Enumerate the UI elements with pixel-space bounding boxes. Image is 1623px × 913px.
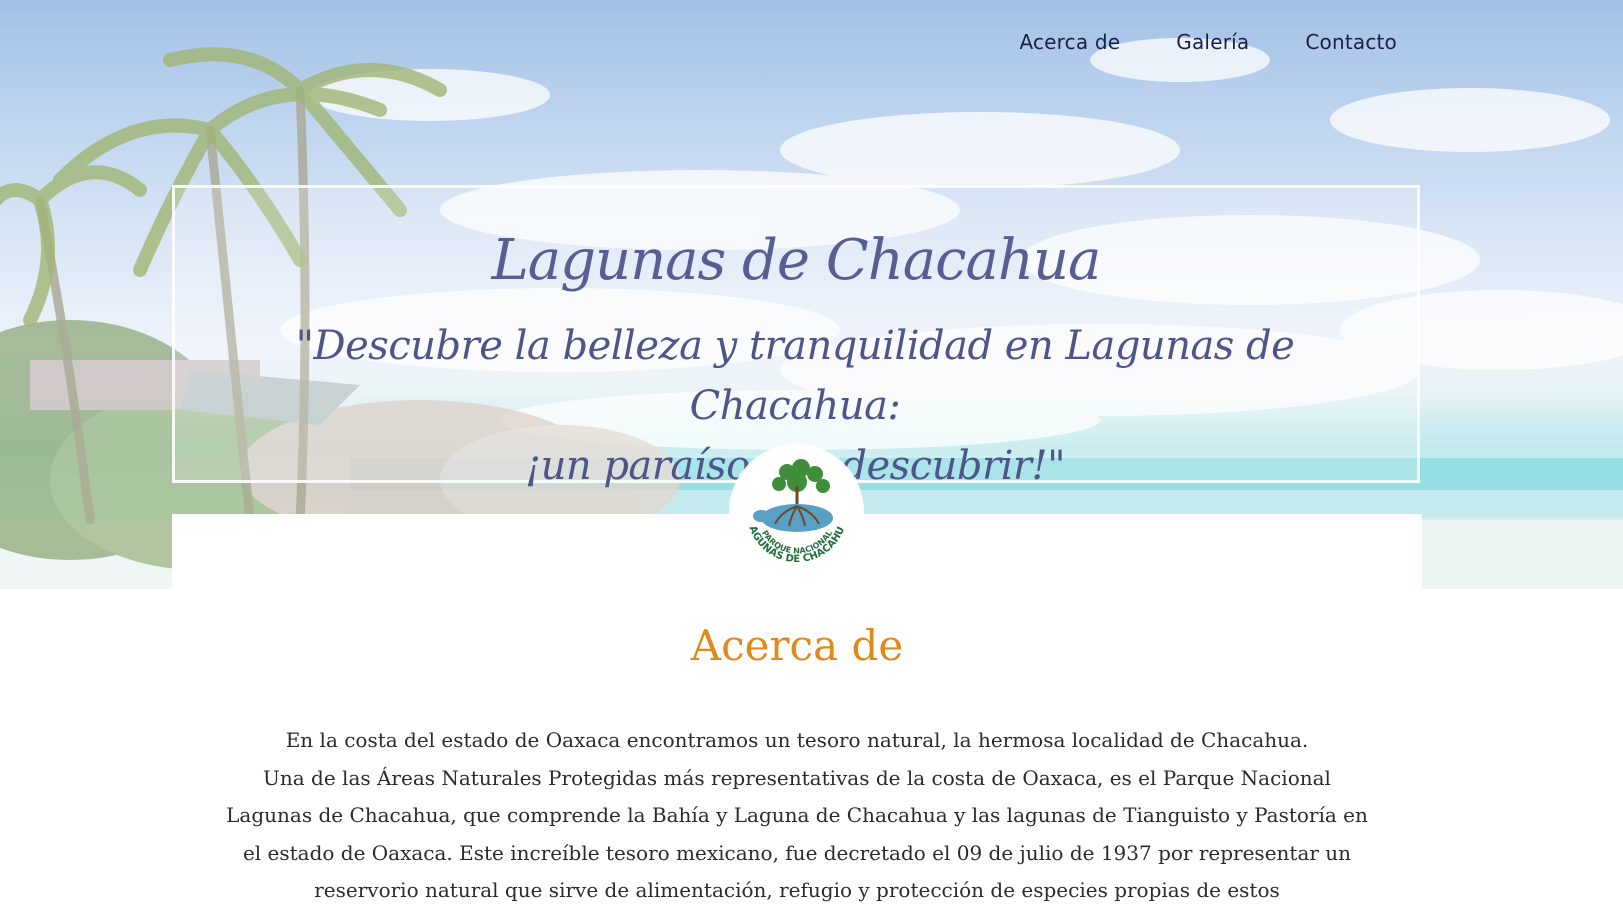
- hero-title: Lagunas de Chacahua: [491, 228, 1102, 293]
- turtle-mangrove-icon: PARQUE NACIONAL LAGUNAS DE CHACAHUA: [727, 438, 862, 577]
- section-title-acerca-de: Acerca de: [690, 621, 904, 670]
- top-nav: Acerca de Galería Contacto: [1019, 30, 1397, 54]
- page: Acerca de Galería Contacto Lagunas de Ch…: [0, 0, 1623, 913]
- hero-subtitle-line-1: "Descubre la belleza y tranquilidad en L…: [295, 323, 1295, 429]
- nav-galeria[interactable]: Galería: [1176, 30, 1249, 54]
- about-paragraph-1: En la costa del estado de Oaxaca encontr…: [285, 728, 1309, 752]
- about-paragraph-2: Una de las Áreas Naturales Protegidas má…: [226, 765, 1368, 903]
- park-logo: PARQUE NACIONAL LAGUNAS DE CHACAHUA: [727, 438, 862, 577]
- about-text: En la costa del estado de Oaxaca encontr…: [220, 722, 1374, 910]
- hero-title-box: Lagunas de Chacahua "Descubre la belleza…: [172, 185, 1420, 489]
- nav-contacto[interactable]: Contacto: [1305, 30, 1397, 54]
- nav-acerca-de[interactable]: Acerca de: [1019, 30, 1120, 54]
